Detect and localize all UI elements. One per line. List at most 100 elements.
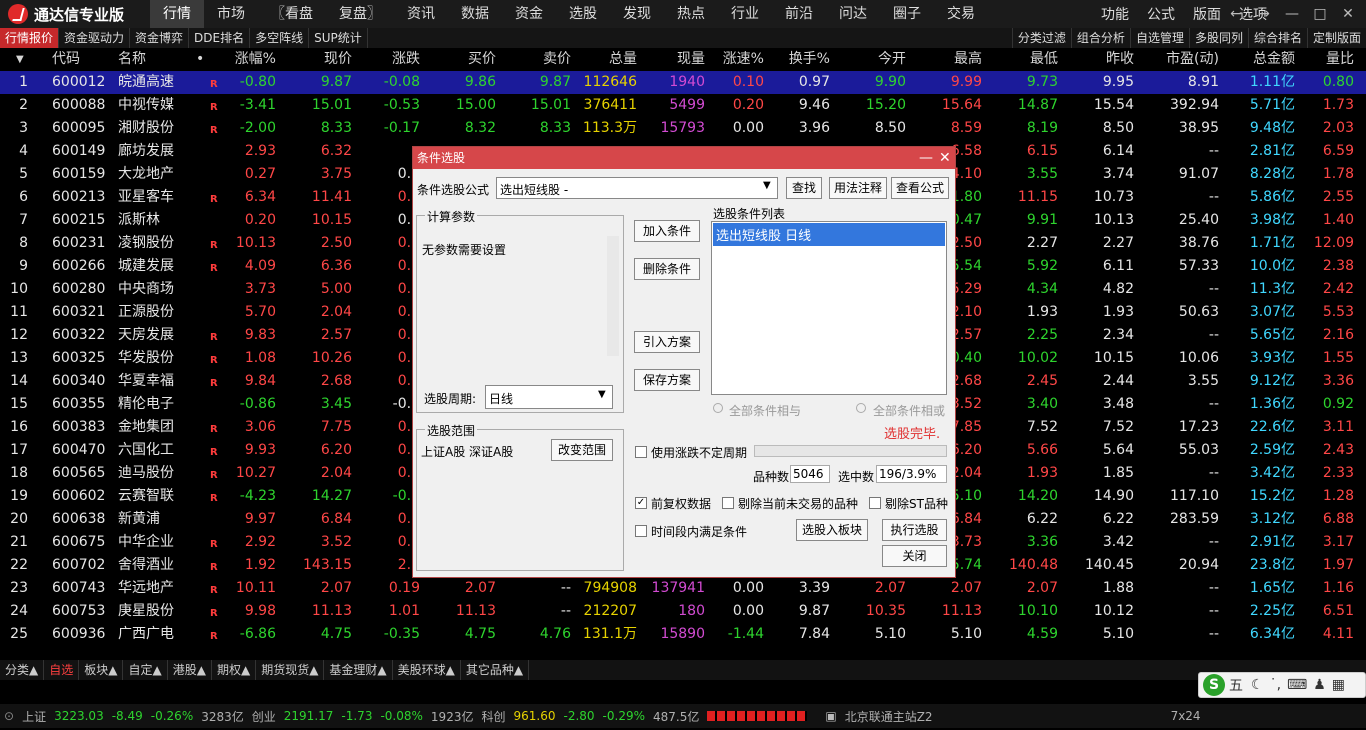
period-select[interactable]: 日线 ▼ xyxy=(485,385,613,409)
usage-button[interactable]: 用法注释 xyxy=(829,177,887,199)
menu-item[interactable]: 前沿 xyxy=(772,0,826,28)
column-header[interactable]: 最高 xyxy=(954,48,982,71)
column-header[interactable]: 总金额 xyxy=(1253,48,1295,71)
menu-item[interactable]: 选股 xyxy=(556,0,610,28)
close-icon[interactable]: ✕ xyxy=(939,147,951,169)
market-tab[interactable]: 自定▲ xyxy=(123,660,168,680)
right-menu-item[interactable]: 公式 xyxy=(1138,4,1184,24)
view-tab-right[interactable]: 组合分析 xyxy=(1070,28,1130,48)
table-row[interactable]: 25 600936 广西广电 R -6.86 4.75 -0.35 4.75 4.76 131.1… xyxy=(0,623,1366,646)
view-tab-right[interactable]: 分类过滤 xyxy=(1011,28,1071,48)
find-button[interactable]: 查找 xyxy=(786,177,822,199)
right-menu-item[interactable]: 功能 xyxy=(1092,4,1138,24)
st-checkbox[interactable] xyxy=(869,497,881,509)
menu-item[interactable]: 〖看盘 xyxy=(258,0,326,28)
menu-item[interactable]: 行业 xyxy=(718,0,772,28)
minimize-icon[interactable]: — xyxy=(919,147,933,169)
column-header[interactable]: 最低 xyxy=(1030,48,1058,71)
menu-item[interactable]: 行情 xyxy=(150,0,204,28)
minimize-icon[interactable]: — xyxy=(1278,6,1306,22)
market-tab[interactable]: 自选 xyxy=(44,660,80,680)
add-condition-button[interactable]: 加入条件 xyxy=(634,220,700,242)
radio-and[interactable] xyxy=(713,403,723,413)
view-tab[interactable]: 资金驱动力 xyxy=(59,28,131,48)
column-header[interactable]: 现价 xyxy=(324,48,352,71)
list-item[interactable]: 选出短线股 日线 xyxy=(713,223,945,246)
scrollbar[interactable] xyxy=(607,236,619,356)
view-formula-button[interactable]: 查看公式 xyxy=(891,177,949,199)
view-tab[interactable]: DDE排名 xyxy=(189,28,251,48)
view-tab-right[interactable]: 定制版面 xyxy=(1306,28,1366,48)
column-header[interactable]: • xyxy=(196,48,204,71)
period-checkbox[interactable] xyxy=(635,446,647,458)
menu-item[interactable]: 热点 xyxy=(664,0,718,28)
column-header[interactable]: 买价 xyxy=(468,48,496,71)
column-header[interactable]: 涨跌 xyxy=(392,48,420,71)
market-tab[interactable]: 美股环球▲ xyxy=(393,660,461,680)
to-block-button[interactable]: 选股入板块 xyxy=(796,519,868,541)
menu-item[interactable]: 市场 xyxy=(204,0,258,28)
column-header[interactable]: 昨收 xyxy=(1106,48,1134,71)
menu-item[interactable]: 交易 xyxy=(934,0,988,28)
r-badge: R xyxy=(210,240,218,251)
view-tab-right[interactable]: 自选管理 xyxy=(1129,28,1189,48)
time-checkbox[interactable] xyxy=(635,525,647,537)
menu-item[interactable]: 复盘〗 xyxy=(326,0,394,28)
close-icon[interactable]: ✕ xyxy=(1334,6,1362,22)
table-row[interactable]: 3 600095 湘财股份 R -2.00 8.33 -0.17 8.32 8.33 113.3万… xyxy=(0,117,1366,140)
column-header[interactable]: 代码 xyxy=(52,48,80,71)
market-tab[interactable]: 基金理财▲ xyxy=(324,660,393,680)
view-tab[interactable]: 资金博弈 xyxy=(130,28,190,48)
save-plan-button[interactable]: 保存方案 xyxy=(634,369,700,391)
market-tab[interactable]: 其它品种▲ xyxy=(461,660,530,680)
column-header[interactable]: 量比 xyxy=(1326,48,1354,71)
column-header[interactable]: 换手% xyxy=(789,48,830,71)
radio-or[interactable] xyxy=(856,403,866,413)
import-plan-button[interactable]: 引入方案 xyxy=(634,331,700,353)
view-tab-right[interactable]: 综合排名 xyxy=(1247,28,1307,48)
column-header[interactable]: 现量 xyxy=(677,48,705,71)
notrade-checkbox[interactable] xyxy=(722,497,734,509)
column-header[interactable]: 卖价 xyxy=(543,48,571,71)
column-header[interactable]: 今开 xyxy=(878,48,906,71)
table-row[interactable]: 23 600743 华远地产 R 10.11 2.07 0.19 2.07 -- 794908 13… xyxy=(0,577,1366,600)
menu-item[interactable]: 数据 xyxy=(448,0,502,28)
column-header[interactable]: 涨幅% xyxy=(235,48,276,71)
sort-arrow-icon[interactable]: ▼ xyxy=(16,48,24,71)
maximize-icon[interactable]: □ xyxy=(1306,6,1334,22)
formula-select[interactable]: 选出短线股 - ▼ xyxy=(496,177,778,199)
change-scope-button[interactable]: 改变范围 xyxy=(551,439,613,461)
collapse-icon[interactable]: ⊙ xyxy=(4,709,14,723)
fq-checkbox[interactable]: ✓ xyxy=(635,497,647,509)
view-tab[interactable]: 行情报价 xyxy=(0,28,60,48)
view-tab-right[interactable]: 多股同列 xyxy=(1188,28,1248,48)
market-tab[interactable]: 板块▲ xyxy=(79,660,124,680)
table-row[interactable]: 2 600088 中视传媒 R -3.41 15.01 -0.53 15.00 15.01 376… xyxy=(0,94,1366,117)
column-header[interactable]: 涨速% xyxy=(723,48,764,71)
table-row[interactable]: 24 600753 庚星股份 R 9.98 11.13 1.01 11.13 -- 212207 1… xyxy=(0,600,1366,623)
clock-label[interactable]: 7x24 xyxy=(1171,709,1201,723)
execute-button[interactable]: 执行选股 xyxy=(882,519,947,541)
column-header[interactable]: 总量 xyxy=(609,48,637,71)
market-tab[interactable]: 港股▲ xyxy=(168,660,212,680)
condition-list[interactable]: 选出短线股 日线 xyxy=(711,221,947,395)
back-icon[interactable]: ← xyxy=(1222,6,1250,22)
view-tab[interactable]: 多空阵线 xyxy=(250,28,310,48)
market-tab[interactable]: 期权▲ xyxy=(212,660,257,680)
view-tab[interactable]: SUP统计 xyxy=(309,28,368,48)
menu-item[interactable]: 资讯 xyxy=(394,0,448,28)
menu-item[interactable]: 圈子 xyxy=(880,0,934,28)
column-header[interactable]: 市盈(动) xyxy=(1166,48,1219,71)
menu-item[interactable]: 发现 xyxy=(610,0,664,28)
menu-item[interactable]: 问达 xyxy=(826,0,880,28)
market-tab[interactable]: 期货现货▲ xyxy=(256,660,325,680)
delete-condition-button[interactable]: 删除条件 xyxy=(634,258,700,280)
table-row[interactable]: 1 600012 皖通高速 R -0.80 9.87 -0.08 9.86 9.87 112646… xyxy=(0,71,1366,94)
forward-icon[interactable]: → xyxy=(1250,6,1278,22)
ime-toolbar[interactable]: S 五 ☾ ˙, ⌨ ♟ ▦ xyxy=(1198,672,1366,698)
column-header[interactable]: 名称 xyxy=(118,48,146,71)
menu-item[interactable]: 资金 xyxy=(502,0,556,28)
cell-amt: 1.71亿 xyxy=(1249,235,1295,251)
market-tab[interactable]: 分类▲ xyxy=(0,660,45,680)
close-button[interactable]: 关闭 xyxy=(882,545,947,567)
